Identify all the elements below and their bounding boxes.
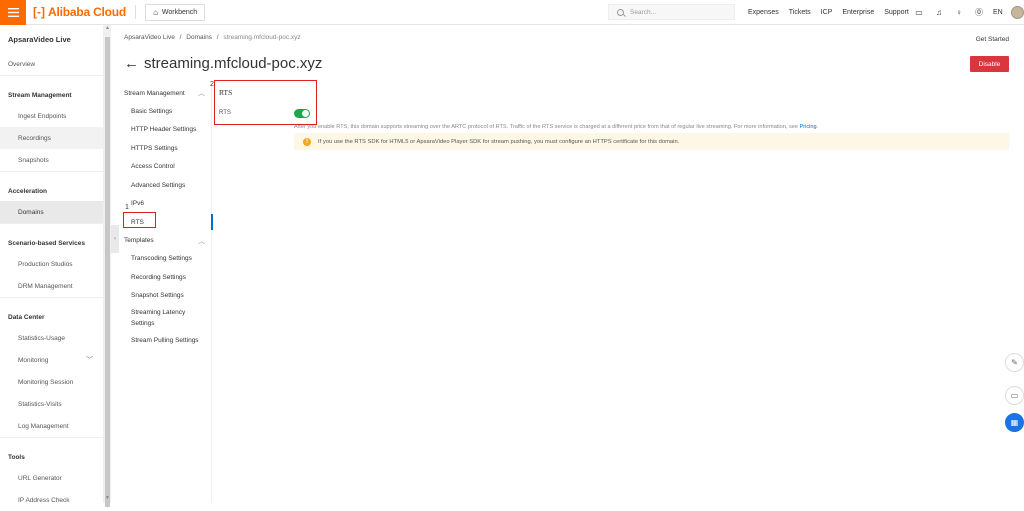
logo-text: Alibaba Cloud [48, 5, 127, 19]
menu-icon [7, 7, 19, 17]
sidebar-group-stream-management: Stream Management [0, 75, 103, 105]
chevron-up-icon: ︿ [198, 237, 205, 245]
apps-grid-icon[interactable]: ▦ [1005, 413, 1024, 432]
message-icon[interactable]: ▭ [913, 7, 925, 19]
language-selector[interactable]: EN [993, 9, 1003, 16]
chevron-down-icon: ﹀ [86, 357, 93, 364]
page-title: ← streaming.mfcloud-poc.xyz [124, 55, 322, 72]
breadcrumb-item-current: streaming.mfcloud-poc.xyz [223, 34, 301, 41]
back-arrow-icon[interactable]: ← [124, 55, 139, 72]
scroll-up-icon[interactable]: ▲ [104, 25, 111, 33]
search-placeholder: Search... [630, 8, 657, 16]
sidebar: ApsaraVideo Live Overview Stream Managem… [0, 25, 104, 504]
subnav-item-basic-settings[interactable]: Basic Settings [118, 102, 211, 121]
breadcrumb-separator: / [216, 34, 219, 41]
warning-icon: ! [303, 137, 311, 146]
search-icon [617, 8, 624, 16]
annotation-number-1: 1 [125, 204, 129, 211]
edit-feedback-icon[interactable]: ✎ [1005, 353, 1024, 372]
alibaba-cloud-logo[interactable]: [-] Alibaba Cloud [33, 5, 126, 19]
subnav-item-advanced-settings[interactable]: Advanced Settings [118, 176, 211, 195]
search-input[interactable]: Search... [608, 4, 735, 20]
bell-icon[interactable]: ♫ [933, 7, 945, 19]
hamburger-menu-button[interactable] [0, 0, 26, 25]
active-indicator [211, 214, 213, 231]
sidebar-group-scenario-services: Scenario-based Services [0, 223, 103, 253]
top-link-enterprise[interactable]: Enterprise [842, 9, 874, 16]
sidebar-item-ingest-endpoints[interactable]: Ingest Endpoints [0, 105, 103, 127]
subnav-item-http-header-settings[interactable]: HTTP Header Settings [118, 121, 211, 140]
sidebar-item-snapshots[interactable]: Snapshots [0, 149, 103, 171]
top-links: Expenses Tickets ICP Enterprise Support [748, 0, 919, 25]
sidebar-item-recordings[interactable]: Recordings [0, 127, 103, 149]
domain-settings-nav: Stream Management ︿ Basic Settings HTTP … [118, 84, 213, 503]
sidebar-group-tools: Tools [0, 437, 103, 467]
scroll-down-icon[interactable]: ▼ [104, 495, 111, 503]
workbench-button[interactable]: ⌂ Workbench [145, 3, 206, 21]
sidebar-group-data-center: Data Center [0, 297, 103, 327]
sidebar-item-drm-management[interactable]: DRM Management [0, 275, 103, 297]
rts-description: After you enable RTS, this domain suppor… [294, 124, 818, 130]
get-started-link[interactable]: Get Started [976, 36, 1009, 43]
subnav-item-access-control[interactable]: Access Control [118, 158, 211, 177]
scroll-thumb[interactable] [105, 37, 110, 507]
subnav-item-streaming-latency-settings[interactable]: Streaming Latency Settings [118, 305, 190, 331]
sidebar-item-overview[interactable]: Overview [0, 53, 103, 75]
subnav-item-https-settings[interactable]: HTTPS Settings [118, 139, 211, 158]
subnav-item-snapshot-settings[interactable]: Snapshot Settings [118, 287, 211, 306]
sidebar-item-log-management[interactable]: Log Management [0, 415, 103, 437]
subnav-item-transcoding-settings[interactable]: Transcoding Settings [118, 250, 211, 269]
subnav-item-stream-pulling-settings[interactable]: Stream Pulling Settings [118, 331, 211, 350]
help-icon[interactable]: ⓪ [973, 7, 985, 19]
notice-text: If you use the RTS SDK for HTML5 or Apsa… [318, 138, 680, 145]
https-notice: ! If you use the RTS SDK for HTML5 or Ap… [294, 133, 1009, 150]
subnav-section-label: Stream Management [124, 89, 185, 97]
breadcrumb-separator: / [179, 34, 182, 41]
subnav-item-recording-settings[interactable]: Recording Settings [118, 268, 211, 287]
pricing-link[interactable]: Pricing. [800, 124, 819, 130]
sidebar-item-statistics-visits[interactable]: Statistics-Visits [0, 393, 103, 415]
subnav-section-stream-management[interactable]: Stream Management ︿ [118, 84, 211, 102]
sidebar-scrollbar[interactable]: ▲ ▼ [104, 25, 111, 507]
sidebar-item-domains[interactable]: Domains [0, 201, 103, 223]
sidebar-item-production-studios[interactable]: Production Studios [0, 253, 103, 275]
sidebar-item-url-generator[interactable]: URL Generator [0, 467, 103, 489]
workbench-label: Workbench [161, 8, 198, 16]
subnav-section-label: Templates [124, 237, 154, 244]
lightbulb-icon[interactable]: ♀ [953, 7, 965, 19]
annotation-box-2 [214, 80, 317, 125]
sidebar-item-statistics-usage[interactable]: Statistics-Usage [0, 327, 103, 349]
top-link-icp[interactable]: ICP [821, 9, 833, 16]
sidebar-item-monitoring-session[interactable]: Monitoring Session [0, 371, 103, 393]
home-icon: ⌂ [153, 7, 158, 17]
breadcrumb-item-domains[interactable]: Domains [186, 34, 212, 41]
rts-description-text: After you enable RTS, this domain suppor… [294, 124, 800, 130]
top-link-expenses[interactable]: Expenses [748, 9, 779, 16]
disable-button[interactable]: Disable [970, 56, 1009, 72]
sidebar-group-acceleration: Acceleration [0, 171, 103, 201]
logo-icon: [-] [33, 5, 45, 19]
sidebar-item-monitoring[interactable]: Monitoring ﹀ [0, 349, 103, 371]
chat-icon[interactable]: ▭ [1005, 386, 1024, 405]
breadcrumb: ApsaraVideo Live / Domains / streaming.m… [124, 34, 301, 41]
top-link-tickets[interactable]: Tickets [789, 9, 811, 16]
avatar[interactable] [1010, 6, 1024, 19]
page-title-text: streaming.mfcloud-poc.xyz [144, 55, 323, 72]
chevron-up-icon: ︿ [198, 90, 205, 97]
sidebar-item-ip-address-check[interactable]: IP Address Check [0, 489, 103, 511]
sidebar-title: ApsaraVideo Live [8, 34, 71, 44]
subnav-section-templates[interactable]: Templates ︿ [118, 232, 211, 250]
sidebar-item-monitoring-label: Monitoring [18, 356, 49, 364]
top-icons: ▭ ♫ ♀ ⓪ EN [913, 0, 1024, 25]
annotation-box-1 [123, 212, 156, 228]
top-link-support[interactable]: Support [884, 9, 909, 16]
topbar-divider [135, 5, 137, 19]
breadcrumb-item-live[interactable]: ApsaraVideo Live [124, 34, 175, 41]
subnav-item-ipv6[interactable]: IPv6 [118, 195, 211, 214]
